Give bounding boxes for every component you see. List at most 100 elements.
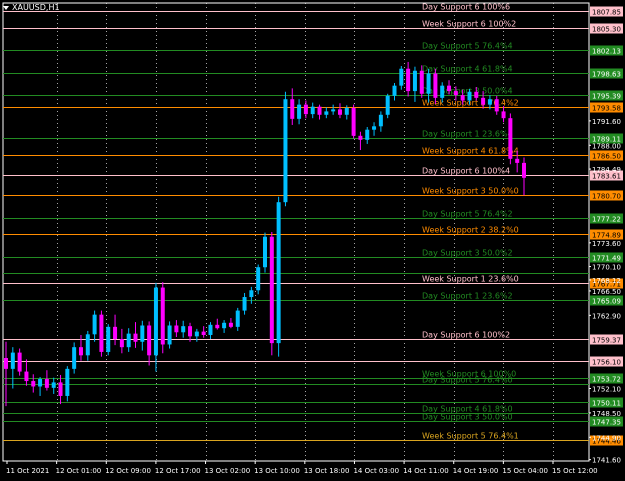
x-tick-label: 15 Oct 12:00	[552, 467, 598, 475]
candle-body	[453, 91, 458, 96]
y-tick-label: 1791.60	[592, 118, 621, 126]
x-tick-label: 15 Oct 04:00	[502, 467, 548, 475]
candle-body	[160, 287, 165, 345]
y-tick-label: 1770.10	[592, 264, 621, 272]
price-tag-label: 1753.72	[592, 376, 621, 384]
candle-body	[440, 85, 445, 98]
chart-root: Day Support 6 100%6 1807.85 Week Support 6…	[0, 0, 625, 481]
candle-body	[249, 290, 254, 298]
candle-body	[181, 326, 186, 333]
candle-body	[508, 118, 513, 159]
candle-body	[167, 325, 172, 345]
candle-body	[297, 104, 302, 119]
candle-body	[303, 104, 308, 115]
candle-body	[65, 368, 70, 396]
candle-body	[256, 267, 261, 291]
candle-body	[242, 297, 247, 311]
level-label: Day Support 6 100%6	[422, 3, 510, 12]
candle-body	[317, 106, 322, 115]
candle-body	[344, 108, 349, 115]
chart-title: XAUUSD,H1	[3, 3, 60, 12]
candle-body	[447, 85, 452, 92]
y-tick-label: 1748.50	[592, 410, 621, 418]
level-label: Week Support 5 76.4%1	[422, 432, 519, 441]
candle-body	[174, 325, 179, 333]
y-tick-label: 1752.10	[592, 386, 621, 394]
level-label: Day Support 3 50.0%0	[422, 413, 513, 422]
x-tick-label: 14 Oct 11:00	[403, 467, 449, 475]
candle-body	[31, 381, 36, 387]
candle-body	[474, 91, 479, 98]
candle-body	[290, 99, 295, 119]
candle-body	[188, 326, 193, 337]
level-label: Week Support 4 61.8%4	[422, 147, 519, 156]
x-tick-label: 13 Oct 02:00	[205, 467, 251, 475]
candle-body	[487, 99, 492, 105]
price-tag-label: 1802.13	[592, 48, 621, 56]
x-tick-label: 12 Oct 09:00	[105, 467, 151, 475]
candle-body	[222, 322, 227, 329]
candle-body	[378, 114, 383, 127]
price-tag-label: 1750.11	[592, 400, 621, 408]
candle-body	[119, 339, 124, 348]
y-tick-label: 1741.60	[592, 457, 621, 465]
candle-body	[133, 333, 138, 342]
candle-body	[460, 95, 465, 101]
candle-body	[201, 331, 206, 335]
candle-body	[99, 314, 104, 352]
price-tag-label: 1793.58	[592, 105, 621, 113]
price-tag-label: 1780.70	[592, 193, 621, 201]
candle-body	[392, 85, 397, 96]
candle-body	[276, 202, 281, 344]
candle-body	[515, 158, 520, 163]
candle-body	[17, 352, 22, 372]
price-tag-label: 1756.10	[592, 359, 621, 367]
x-tick-label: 14 Oct 19:00	[453, 467, 499, 475]
candle-body	[72, 347, 77, 369]
candle-body	[269, 236, 274, 344]
candle-body	[372, 126, 377, 130]
candle-body	[140, 325, 145, 342]
candle-body	[385, 95, 390, 115]
level-label: Day Support 5 76.4%4	[422, 42, 513, 51]
candle-body	[263, 236, 267, 268]
candle-body	[51, 382, 56, 388]
level-label: Week Support 2 38.2%0	[422, 226, 519, 235]
candle-body	[494, 99, 499, 112]
x-tick-label: 12 Oct 01:00	[56, 467, 102, 475]
chart-title-text: XAUUSD,H1	[12, 3, 60, 12]
candle-body	[4, 358, 8, 369]
candle-body	[433, 73, 438, 98]
candle-body	[399, 68, 404, 86]
candle-body	[419, 70, 424, 94]
candle-body	[153, 287, 158, 356]
x-tick-label: 12 Oct 17:00	[155, 467, 201, 475]
candle-body	[85, 334, 90, 356]
candle-body	[337, 109, 342, 115]
price-tag-label: 1777.22	[592, 216, 621, 224]
y-tick-label: 1773.60	[592, 240, 621, 248]
x-tick-label: 11 Oct 2021	[6, 467, 49, 475]
candle-body	[481, 97, 486, 105]
candle-body	[310, 106, 315, 115]
candle-body	[106, 326, 111, 352]
price-tag-label: 1771.49	[592, 255, 621, 263]
candle-body	[58, 382, 63, 396]
price-tag-label: 1798.63	[592, 71, 621, 79]
level-label: Week Support 3 50.0%0	[422, 187, 519, 196]
level-label: Week Support 6 100%2	[422, 20, 516, 29]
candle-body	[92, 314, 97, 335]
price-tag-label: 1786.50	[592, 153, 621, 161]
triangle-down-icon	[3, 5, 9, 10]
x-tick-label: 13 Oct 18:00	[304, 467, 350, 475]
candle-body	[44, 379, 49, 388]
candle-body	[358, 135, 363, 140]
y-tick-label: 1744.90	[592, 434, 621, 442]
candle-body	[283, 99, 288, 203]
price-tag-label: 1805.30	[592, 26, 621, 34]
level-label: Week Support 1 23.6%0	[422, 275, 519, 284]
candle-body	[147, 325, 152, 356]
level-label: Day Support 1 23.6%4	[422, 130, 513, 139]
x-tick-label: 13 Oct 10:00	[254, 467, 300, 475]
candle-body	[126, 333, 131, 348]
